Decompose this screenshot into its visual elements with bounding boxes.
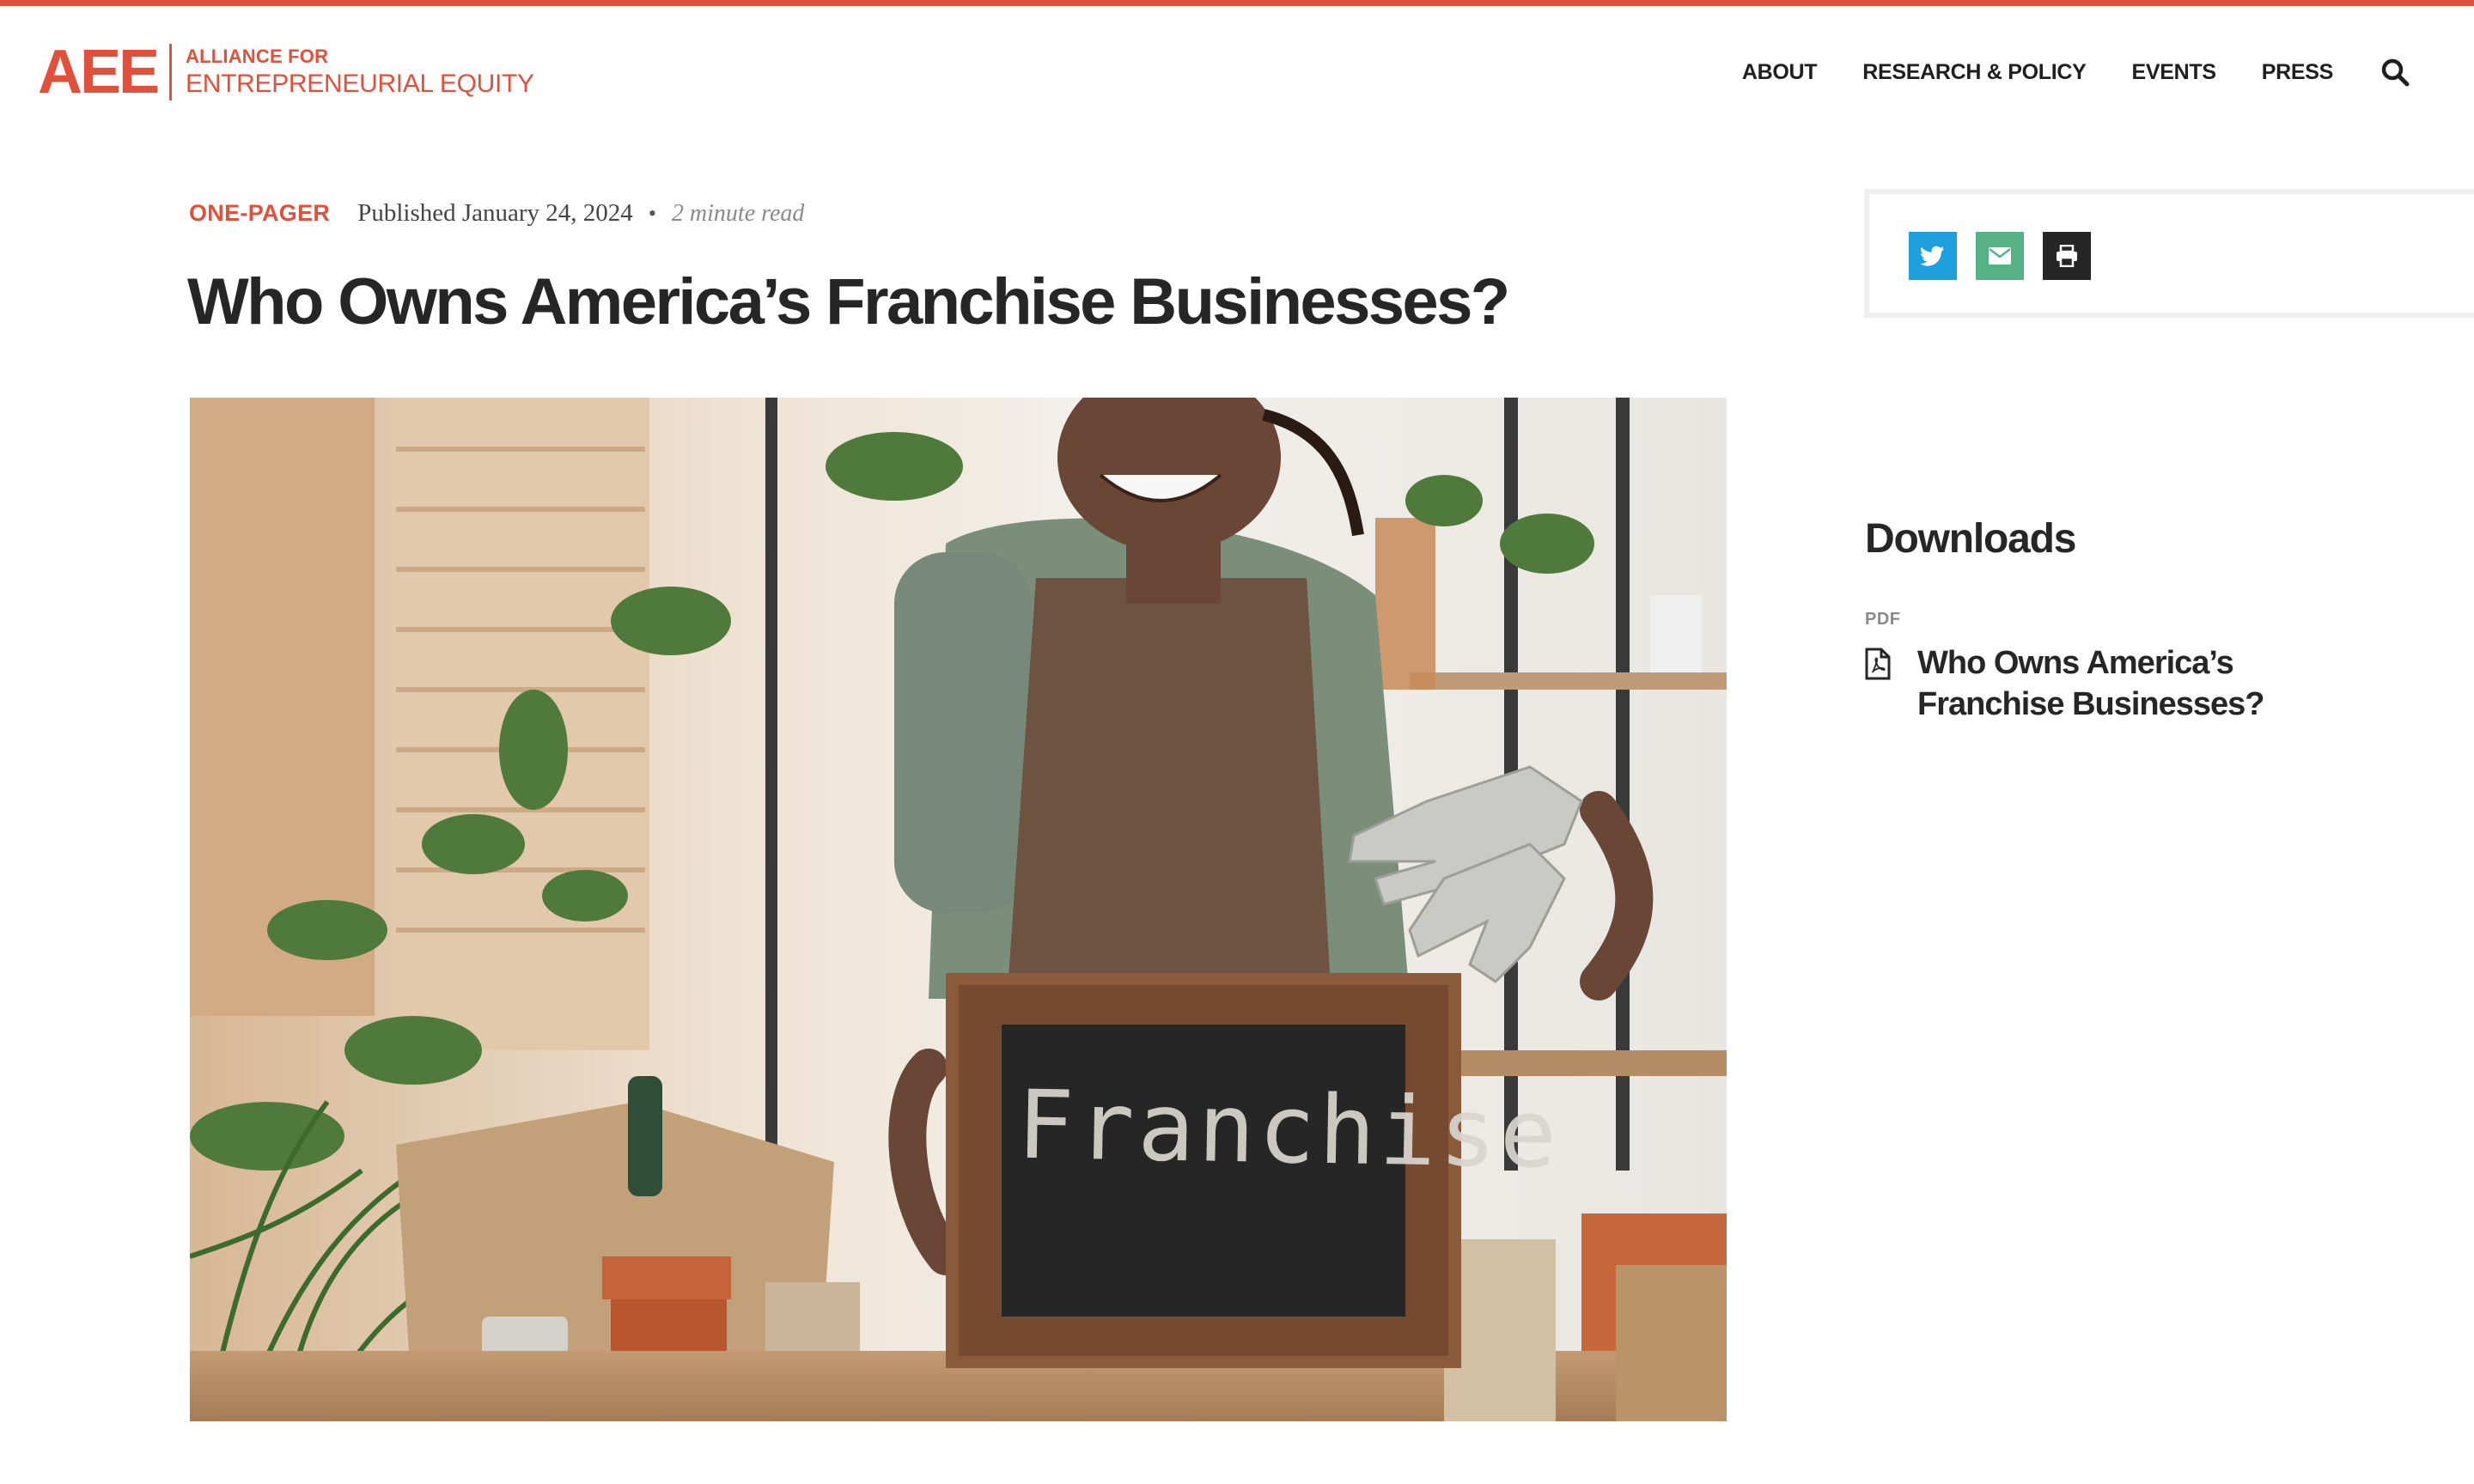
nav-press[interactable]: PRESS [2262,60,2334,85]
chalkboard-text: Franchise [1015,1069,1562,1189]
read-time: 2 minute read [671,200,805,227]
logo-line-1: ALLIANCE FOR [186,46,329,67]
top-accent-bar [0,0,2474,6]
nav-research-policy[interactable]: RESEARCH & POLICY [1862,60,2087,85]
page-title: Who Owns America’s Franchise Businesses? [187,265,1510,338]
email-share-button[interactable] [1976,232,2024,280]
logo-letters: AEE [38,38,160,106]
publish-date: Published January 24, 2024 [357,199,633,227]
download-link[interactable]: Who Owns America’s Franchise Businesses? [1917,642,2364,725]
main-nav: ABOUT RESEARCH & POLICY EVENTS PRESS [1697,55,2474,89]
nav-events[interactable]: EVENTS [2132,60,2217,85]
print-icon [2057,245,2077,267]
category-link[interactable]: ONE-PAGER [189,200,330,227]
logo-mark: AEE [38,38,160,106]
hero-image [190,398,1727,1421]
search-icon[interactable] [2378,55,2412,89]
downloads-heading: Downloads [1865,516,2076,562]
email-icon [1989,247,2011,265]
meta-separator: • [648,201,656,226]
article-meta: ONE-PAGER Published January 24, 2024 • 2… [189,199,804,228]
pdf-file-icon [1865,648,1894,682]
nav-about[interactable]: ABOUT [1742,60,1818,85]
download-type-label: PDF [1865,610,1901,629]
logo-line-2: ENTREPRENEURIAL EQUITY [186,70,534,98]
logo-divider [169,44,173,100]
share-box [1864,189,2474,318]
print-button[interactable] [2043,232,2091,280]
logo-text: ALLIANCE FOR ENTREPRENEURIAL EQUITY [186,47,534,97]
download-item: Who Owns America’s Franchise Businesses? [1865,642,2364,725]
site-logo[interactable]: AEE ALLIANCE FOR ENTREPRENEURIAL EQUITY [38,38,534,106]
twitter-share-button[interactable] [1909,232,1957,280]
twitter-icon [1921,246,1944,266]
